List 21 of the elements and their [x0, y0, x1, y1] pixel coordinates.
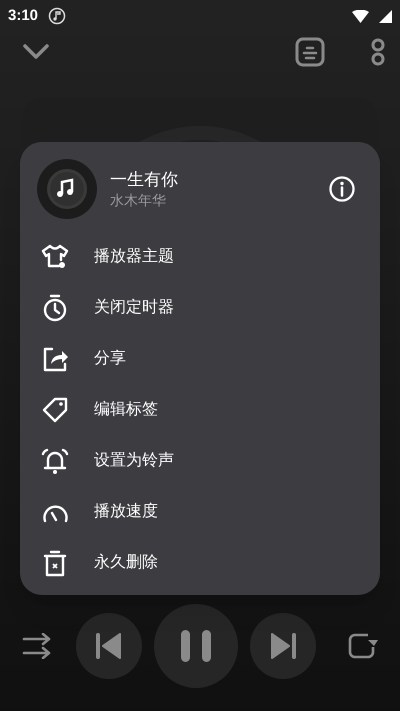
menu-item[interactable]: 播放器主题: [20, 231, 380, 282]
info-icon[interactable]: [328, 175, 356, 203]
menu-item[interactable]: 关闭定时器: [20, 282, 380, 333]
skip-previous-icon: [94, 631, 124, 661]
menu-item[interactable]: 编辑标签: [20, 384, 380, 435]
menu-item[interactable]: 分享: [20, 333, 380, 384]
music-note-icon: [48, 7, 66, 25]
menu-item[interactable]: 播放速度: [20, 486, 380, 537]
more-icon[interactable]: [370, 37, 386, 67]
menu-item[interactable]: 永久删除: [20, 537, 380, 588]
status-time: 3:10: [8, 6, 38, 26]
signal-icon: [379, 10, 392, 22]
album-thumb-icon: [36, 158, 98, 220]
skip-next-icon: [268, 631, 298, 661]
chevron-down-icon[interactable]: [22, 43, 50, 61]
wifi-icon: [352, 10, 369, 22]
artist-name: 水木年华: [110, 191, 167, 209]
lyrics-icon[interactable]: [295, 37, 325, 67]
pause-icon: [179, 630, 213, 662]
song-title: 一生有你: [110, 169, 179, 191]
menu-item[interactable]: 设置为铃声: [20, 435, 380, 486]
